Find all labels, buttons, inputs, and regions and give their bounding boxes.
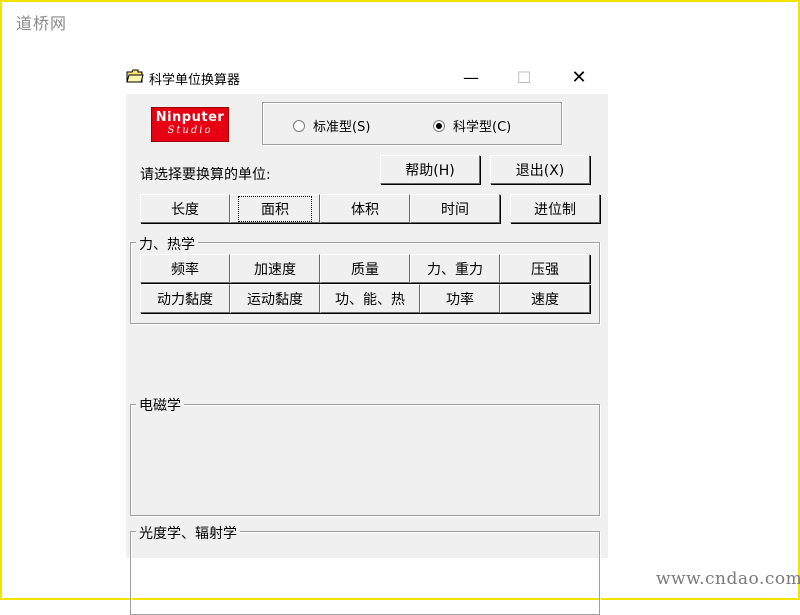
logo-line2: Studio [167,125,213,136]
group-optics [130,531,600,615]
ninputer-studio-logo: Ninputer Studio [151,107,229,142]
radio-standard[interactable]: 标准型(S) [293,116,370,135]
close-button[interactable]: ✕ [556,60,602,94]
unit-button-pressure[interactable]: 压强 [500,254,590,283]
number-system-button[interactable]: 进位制 [510,194,600,223]
maximize-button[interactable]: ☐ [501,60,547,94]
converter-window: 科学单位换算器 — ☐ ✕ Ninputer Studio 标准型(S) 科学型… [122,60,610,615]
app-folder-icon [126,69,144,83]
window-title: 科学单位换算器 [149,73,241,88]
unit-button-speed[interactable]: 速度 [500,284,590,313]
group-mechanics-label: 力、热学 [136,234,198,254]
unit-button-frequency[interactable]: 频率 [140,254,230,283]
client-area: Ninputer Studio 标准型(S) 科学型(C) 请选择要换算的单位:… [126,94,608,615]
unit-button-length[interactable]: 长度 [140,194,230,223]
watermark-bottom: www.cndao.com [656,569,800,589]
radio-scientific-dot[interactable] [433,119,445,132]
logo-line1: Ninputer [155,110,225,125]
radio-standard-dot[interactable] [293,119,305,132]
watermark-top: 道桥网 [16,14,68,33]
radio-standard-label: 标准型(S) [313,120,371,135]
unit-button-volume[interactable]: 体积 [320,194,410,223]
radio-scientific-label: 科学型(C) [453,120,512,135]
unit-button-kinematic-viscosity[interactable]: 运动黏度 [230,284,320,313]
minimize-button[interactable]: — [448,60,494,94]
mode-selector: 标准型(S) 科学型(C) [262,102,562,145]
group-electromagnetism [130,404,600,516]
exit-button[interactable]: 退出(X) [490,155,590,184]
help-button[interactable]: 帮助(H) [380,155,480,184]
title-bar[interactable]: 科学单位换算器 — ☐ ✕ [122,60,610,94]
unit-button-mass[interactable]: 质量 [320,254,410,283]
unit-button-dynamic-viscosity[interactable]: 动力黏度 [140,284,230,313]
group-electromagnetism-label: 电磁学 [136,395,184,415]
unit-button-power[interactable]: 功率 [420,284,500,313]
select-unit-prompt: 请选择要换算的单位: [140,167,271,183]
group-optics-label: 光度学、辐射学 [136,523,240,543]
unit-button-time[interactable]: 时间 [410,194,500,223]
unit-button-energy[interactable]: 功、能、热 [320,284,420,313]
radio-scientific[interactable]: 科学型(C) [433,116,511,135]
unit-button-area[interactable]: 面积 [230,194,320,223]
unit-button-force[interactable]: 力、重力 [410,254,500,283]
unit-button-acceleration[interactable]: 加速度 [230,254,320,283]
